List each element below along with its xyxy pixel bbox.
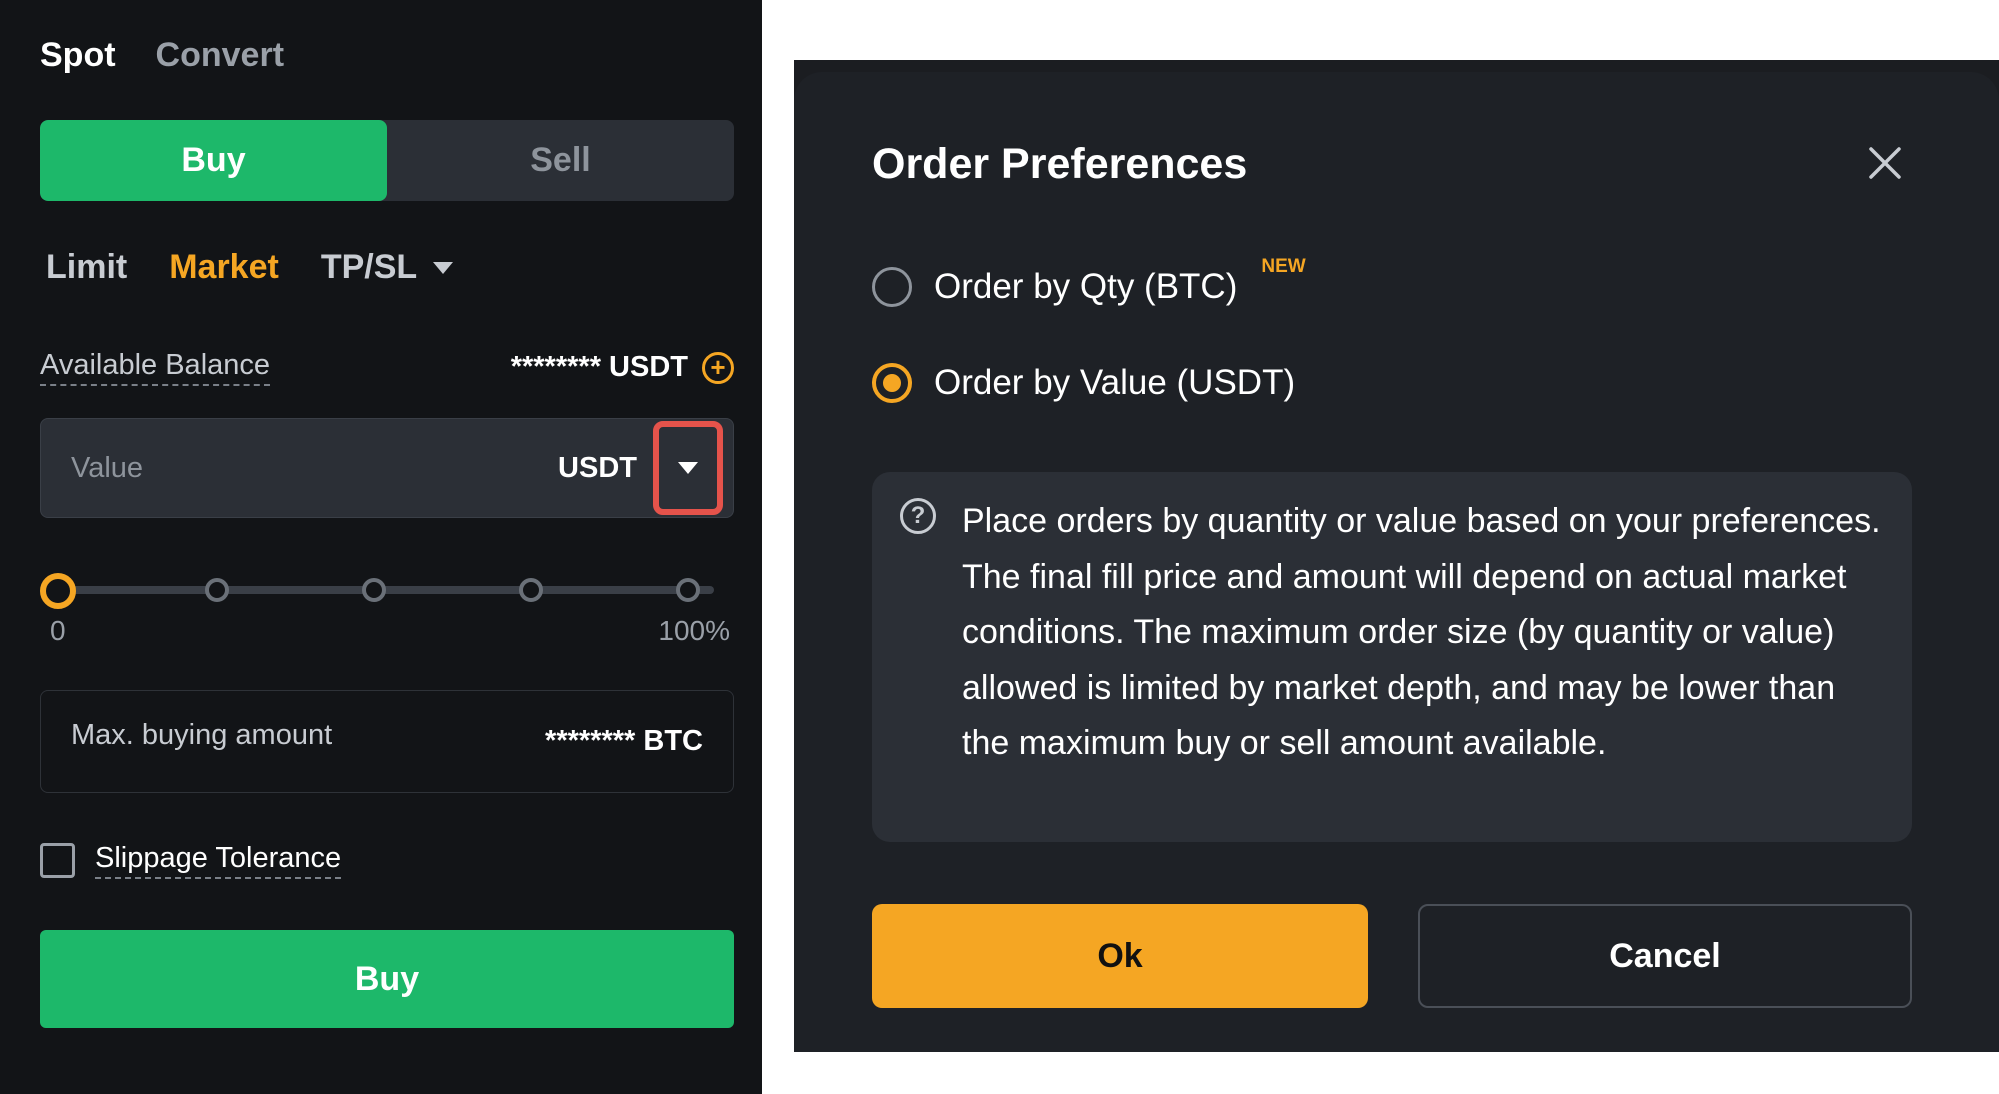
cancel-button[interactable]: Cancel	[1418, 904, 1912, 1008]
slider-stop-50[interactable]	[362, 578, 386, 602]
option-order-by-qty-label: Order by Qty (BTC)	[934, 267, 1238, 306]
caret-down-icon	[433, 261, 454, 274]
close-icon[interactable]	[1868, 146, 1902, 180]
value-input[interactable]	[41, 419, 559, 517]
unit-dropdown-button[interactable]	[653, 421, 723, 515]
available-balance-value: ******** USDT	[510, 351, 688, 383]
max-buying-amount-box: Max. buying amount ******** BTC	[40, 690, 734, 793]
available-balance-value-group: ******** USDT +	[511, 351, 734, 384]
slider-stop-100[interactable]	[676, 578, 700, 602]
buy-sell-toggle: Buy Sell	[40, 120, 734, 201]
slider-stop-75[interactable]	[519, 578, 543, 602]
slider-track[interactable]	[60, 586, 714, 594]
slider-max-label: 100%	[658, 615, 730, 646]
buy-submit-button[interactable]: Buy	[40, 930, 734, 1028]
caret-down-icon	[678, 462, 698, 474]
available-balance-label[interactable]: Available Balance	[40, 349, 271, 386]
tab-limit[interactable]: Limit	[46, 248, 127, 287]
tab-spot[interactable]: Spot	[40, 36, 116, 75]
plus-circle-icon[interactable]: +	[702, 351, 734, 384]
ok-button[interactable]: Ok	[872, 904, 1368, 1008]
slippage-row: Slippage Tolerance	[40, 842, 342, 879]
modal-title: Order Preferences	[872, 140, 1248, 188]
amount-slider[interactable]	[40, 570, 734, 610]
trade-panel: Spot Convert Buy Sell Limit Market TP/SL…	[0, 0, 762, 1094]
radio-order-by-value[interactable]	[872, 363, 912, 403]
tab-tpsl[interactable]: TP/SL	[320, 248, 454, 287]
max-buying-value: ******** BTC	[545, 725, 703, 757]
max-buying-label: Max. buying amount	[71, 719, 333, 751]
buy-tab-button[interactable]: Buy	[40, 120, 387, 201]
value-unit-label: USDT	[558, 451, 637, 484]
slider-labels: 0 100%	[40, 615, 730, 647]
option-order-by-value-label: Order by Value (USDT)	[934, 363, 1296, 402]
option-order-by-value[interactable]: Order by Value (USDT)	[872, 363, 1295, 403]
order-preferences-modal: Order Preferences Order by Qty (BTC) NEW…	[794, 72, 1999, 1052]
market-tabs: Spot Convert	[40, 36, 284, 75]
tab-tpsl-label: TP/SL	[320, 248, 418, 286]
available-balance-row: Available Balance ******** USDT +	[40, 345, 734, 390]
question-circle-icon: ?	[900, 498, 936, 534]
tab-market[interactable]: Market	[169, 248, 279, 287]
order-type-tabs: Limit Market TP/SL	[46, 248, 454, 287]
tab-convert[interactable]: Convert	[156, 36, 284, 75]
info-box: ? Place orders by quantity or value base…	[872, 472, 1912, 842]
value-input-field: USDT	[40, 418, 734, 518]
slippage-label[interactable]: Slippage Tolerance	[95, 842, 342, 879]
slider-handle[interactable]	[40, 573, 76, 609]
info-text: Place orders by quantity or value based …	[962, 502, 1881, 762]
slippage-checkbox[interactable]	[40, 843, 75, 878]
slider-min-label: 0	[50, 615, 66, 646]
option-order-by-qty[interactable]: Order by Qty (BTC) NEW	[872, 256, 1306, 307]
new-badge: NEW	[1261, 256, 1306, 277]
sell-tab-button[interactable]: Sell	[387, 120, 734, 201]
slider-stop-25[interactable]	[205, 578, 229, 602]
radio-order-by-qty[interactable]	[872, 267, 912, 307]
